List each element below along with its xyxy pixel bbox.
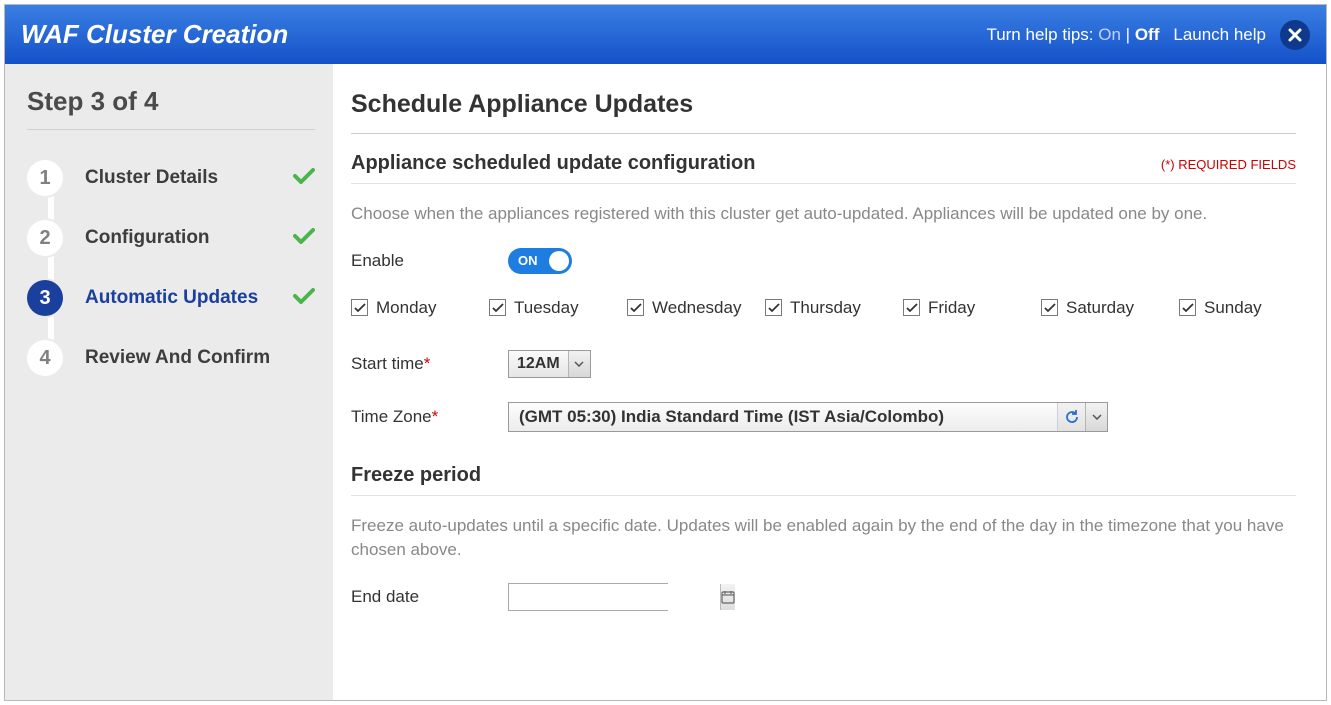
checkbox-icon xyxy=(765,299,782,316)
checkbox-icon xyxy=(1041,299,1058,316)
checkbox-icon xyxy=(903,299,920,316)
enable-label: Enable xyxy=(351,251,508,271)
required-fields-note: (*) REQUIRED FIELDS xyxy=(1161,157,1296,172)
checkmark-icon xyxy=(293,228,315,249)
checkbox-icon xyxy=(351,299,368,316)
step-number: 3 xyxy=(27,280,63,316)
end-date-field[interactable] xyxy=(508,583,668,611)
checkbox-icon xyxy=(489,299,506,316)
refresh-icon[interactable] xyxy=(1057,403,1085,431)
launch-help-link[interactable]: Launch help xyxy=(1173,25,1266,45)
step-number: 4 xyxy=(27,340,63,376)
day-saturday[interactable]: Saturday xyxy=(1041,298,1163,318)
main-content: Schedule Appliance Updates Appliance sch… xyxy=(333,64,1326,700)
step-number: 1 xyxy=(27,160,63,196)
freeze-description: Freeze auto-updates until a specific dat… xyxy=(351,514,1296,562)
checkbox-icon xyxy=(1179,299,1196,316)
page-app-title: WAF Cluster Creation xyxy=(21,19,288,50)
checkbox-icon xyxy=(627,299,644,316)
close-icon xyxy=(1287,27,1303,43)
day-wednesday[interactable]: Wednesday xyxy=(627,298,749,318)
timezone-label: Time Zone* xyxy=(351,407,508,427)
wizard-step-review-confirm[interactable]: 4 Review And Confirm xyxy=(27,328,315,388)
title-bar: WAF Cluster Creation Turn help tips: On … xyxy=(5,5,1326,64)
checkmark-icon xyxy=(293,288,315,309)
enable-toggle[interactable]: ON xyxy=(508,248,572,274)
day-sunday[interactable]: Sunday xyxy=(1179,298,1262,318)
wizard-step-heading: Step 3 of 4 xyxy=(27,86,315,117)
end-date-input[interactable] xyxy=(509,584,720,610)
step-label: Configuration xyxy=(85,227,271,249)
page-title: Schedule Appliance Updates xyxy=(351,90,1296,119)
chevron-down-icon xyxy=(568,351,590,377)
day-monday[interactable]: Monday xyxy=(351,298,473,318)
close-button[interactable] xyxy=(1280,20,1310,50)
step-label: Review And Confirm xyxy=(85,347,315,369)
day-tuesday[interactable]: Tuesday xyxy=(489,298,611,318)
step-label: Automatic Updates xyxy=(85,287,271,309)
wizard-step-configuration[interactable]: 2 Configuration xyxy=(27,208,315,268)
days-row: Monday Tuesday Wednesday Thursday Friday… xyxy=(351,298,1296,318)
day-thursday[interactable]: Thursday xyxy=(765,298,887,318)
wizard-step-automatic-updates[interactable]: 3 Automatic Updates xyxy=(27,268,315,328)
start-time-label: Start time* xyxy=(351,354,508,374)
wizard-step-cluster-details[interactable]: 1 Cluster Details xyxy=(27,148,315,208)
section-heading-freeze: Freeze period xyxy=(351,464,1296,487)
timezone-select[interactable]: (GMT 05:30) India Standard Time (IST Asi… xyxy=(508,402,1108,432)
chevron-down-icon xyxy=(1085,403,1107,431)
step-label: Cluster Details xyxy=(85,167,271,189)
step-number: 2 xyxy=(27,220,63,256)
section-description: Choose when the appliances registered wi… xyxy=(351,202,1296,226)
start-time-select[interactable]: 12AM xyxy=(508,350,591,378)
calendar-icon[interactable] xyxy=(720,584,735,610)
wizard-sidebar: Step 3 of 4 1 Cluster Details 2 Configur… xyxy=(5,64,333,700)
checkmark-icon xyxy=(293,168,315,189)
toggle-knob xyxy=(549,251,569,271)
help-tips-toggle[interactable]: Turn help tips: On | Off xyxy=(986,25,1159,45)
day-friday[interactable]: Friday xyxy=(903,298,1025,318)
section-heading-schedule-config: Appliance scheduled update configuration xyxy=(351,152,755,175)
end-date-label: End date xyxy=(351,587,508,607)
